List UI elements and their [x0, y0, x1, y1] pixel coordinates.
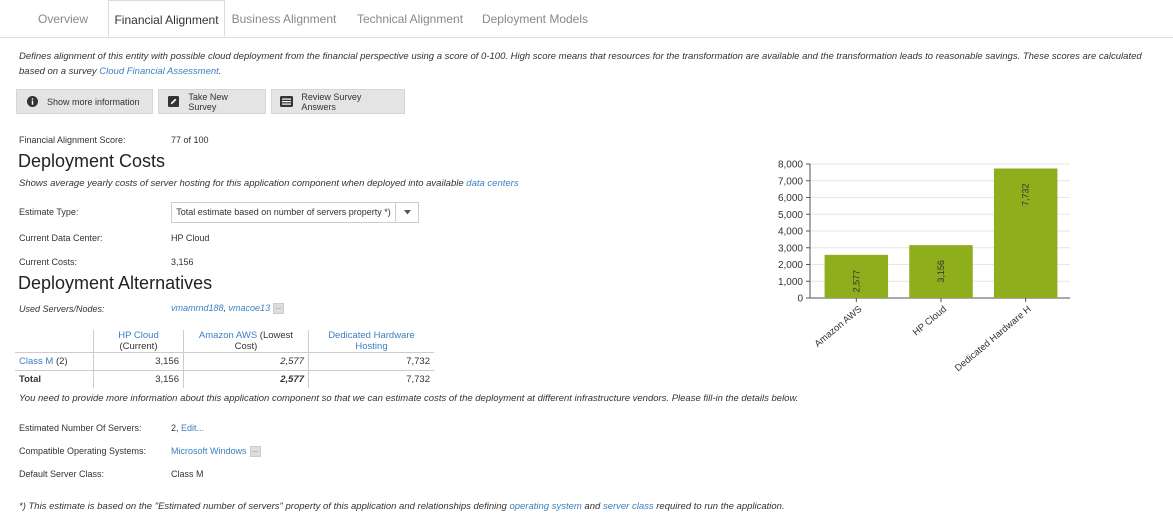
- os-link-microsoft-windows[interactable]: Microsoft Windows: [171, 446, 247, 456]
- tab-technical-alignment[interactable]: Technical Alignment: [348, 0, 472, 37]
- hp-cloud-suffix: (Current): [119, 341, 158, 352]
- table-row: Class M (2) 3,156 2,577 7,732: [15, 352, 434, 371]
- table-header-empty: [15, 330, 94, 353]
- table-cell: 7,732: [308, 352, 434, 371]
- y-tick-label: 8,000: [778, 160, 803, 171]
- table-total-row: Total 3,156 2,577 7,732: [15, 370, 434, 388]
- server-link-vmamrnd188[interactable]: vmamrnd188: [171, 303, 224, 313]
- estimated-servers-value: 2, Edit...: [171, 423, 204, 433]
- table-header-amazon-aws: Amazon AWS (Lowest Cost): [183, 330, 309, 353]
- deployment-alternatives-heading: Deployment Alternatives: [18, 273, 213, 293]
- amazon-aws-column-link[interactable]: Amazon AWS: [199, 330, 257, 341]
- take-survey-label: Take New Survey: [188, 91, 228, 112]
- y-tick-label: 7,000: [778, 176, 803, 187]
- estimated-servers-label: Estimated Number Of Servers:: [19, 423, 142, 433]
- y-tick-label: 3,000: [778, 243, 803, 254]
- tab-overview[interactable]: Overview: [18, 0, 108, 37]
- used-servers-value: vmamrnd188, vmacoe13...: [171, 303, 285, 315]
- table-cell: 3,156: [93, 352, 184, 371]
- footnote-text: and: [581, 501, 603, 512]
- chevron-down-icon: [396, 210, 418, 215]
- info-note: You need to provide more information abo…: [19, 393, 799, 404]
- cloud-financial-assessment-link[interactable]: Cloud Financial Assessment: [99, 66, 219, 77]
- server-class-link[interactable]: server class: [603, 501, 654, 512]
- table-header-dedicated-hardware: Dedicated Hardware Hosting: [308, 330, 434, 353]
- tab-business-alignment[interactable]: Business Alignment: [228, 0, 340, 37]
- info-icon: [17, 96, 47, 107]
- current-costs-value: 3,156: [171, 257, 194, 267]
- x-tick-label: Amazon AWS: [813, 304, 865, 350]
- row-label-class-m: Class M (2): [15, 352, 94, 371]
- compatible-os-value: Microsoft Windows...: [171, 446, 261, 458]
- current-data-center-link[interactable]: HP Cloud: [171, 233, 209, 243]
- deployment-costs-subtitle: Shows average yearly costs of server hos…: [19, 178, 519, 189]
- more-os-button[interactable]: ...: [249, 446, 261, 458]
- total-label: Total: [15, 370, 94, 388]
- dedicated-hardware-column-link[interactable]: Dedicated Hardware Hosting: [328, 330, 415, 352]
- hp-cloud-column-link[interactable]: HP Cloud: [118, 330, 159, 341]
- table-header-row: HP Cloud (Current) Amazon AWS (Lowest Co…: [15, 330, 434, 353]
- estimate-type-select[interactable]: Total estimate based on number of server…: [171, 202, 419, 223]
- compatible-os-label: Compatible Operating Systems:: [19, 446, 147, 456]
- server-link-vmacoe13[interactable]: vmacoe13: [229, 303, 271, 313]
- y-tick-label: 4,000: [778, 227, 803, 238]
- score-value: 77 of 100: [171, 135, 209, 145]
- data-centers-link[interactable]: data centers: [466, 178, 518, 189]
- table-header-hp-cloud: HP Cloud (Current): [93, 330, 184, 353]
- deployment-costs-heading: Deployment Costs: [18, 151, 166, 171]
- take-new-survey-button[interactable]: Take New Survey: [158, 89, 266, 114]
- more-servers-button[interactable]: ...: [273, 303, 285, 315]
- footnote-text: required to run the application.: [653, 501, 785, 512]
- table-cell: 2,577: [183, 352, 309, 371]
- estimate-type-label: Estimate Type:: [19, 207, 79, 217]
- default-server-class-link[interactable]: Class M: [171, 469, 204, 479]
- tab-deployment-models[interactable]: Deployment Models: [476, 0, 594, 37]
- deployment-alternatives-table: HP Cloud (Current) Amazon AWS (Lowest Co…: [15, 330, 434, 388]
- edit-servers-link[interactable]: Edit...: [181, 423, 204, 433]
- estimate-type-value: Total estimate based on number of server…: [172, 203, 396, 222]
- review-survey-answers-button[interactable]: Review Survey Answers: [271, 89, 405, 114]
- bar-value-label: 2,577: [851, 270, 861, 293]
- x-tick-label: HP Cloud: [911, 304, 949, 338]
- show-more-label: Show more information: [47, 96, 140, 107]
- score-label: Financial Alignment Score:: [19, 135, 126, 145]
- edit-icon: [159, 96, 188, 107]
- used-servers-label: Used Servers/Nodes:: [19, 304, 105, 314]
- default-server-class-label: Default Server Class:: [19, 469, 105, 479]
- class-m-link[interactable]: Class M: [19, 356, 53, 367]
- show-more-information-button[interactable]: Show more information: [16, 89, 153, 114]
- servers-count: 2,: [171, 423, 182, 433]
- current-costs-label: Current Costs:: [19, 257, 78, 267]
- y-tick-label: 6,000: [778, 193, 803, 204]
- table-cell: 7,732: [406, 374, 430, 385]
- description-suffix: .: [218, 66, 222, 77]
- tab-bar: Overview Financial Alignment Business Al…: [0, 0, 1173, 38]
- y-tick-label: 0: [797, 294, 803, 305]
- y-tick-label: 5,000: [778, 210, 803, 221]
- footnote: *) This estimate is based on the "Estima…: [19, 501, 785, 512]
- y-tick-label: 2,000: [778, 260, 803, 271]
- x-tick-label: Dedicated Hardware H: [953, 304, 1034, 374]
- tab-financial-alignment[interactable]: Financial Alignment: [108, 0, 225, 37]
- subtitle-text: Shows average yearly costs of server hos…: [19, 178, 467, 189]
- bar-value-label: 7,732: [1021, 183, 1031, 206]
- footnote-text: *) This estimate is based on the "Estima…: [19, 501, 510, 512]
- bar-value-label: 3,156: [936, 260, 946, 283]
- review-answers-label: Review Survey Answers: [301, 91, 362, 112]
- y-tick-label: 1,000: [778, 277, 803, 288]
- list-icon: [272, 96, 301, 107]
- deployment-costs-chart: 0 1,000 2,000 3,000 4,000 5,000 6,000 7,000 8,00…: [778, 160, 1070, 374]
- table-cell: 2,577: [183, 370, 309, 388]
- class-m-count: (2): [53, 356, 68, 367]
- operating-system-link[interactable]: operating system: [509, 501, 581, 512]
- page-description: Defines alignment of this entity with po…: [19, 49, 1164, 79]
- table-cell: 3,156: [93, 370, 184, 388]
- current-data-center-label: Current Data Center:: [19, 233, 103, 243]
